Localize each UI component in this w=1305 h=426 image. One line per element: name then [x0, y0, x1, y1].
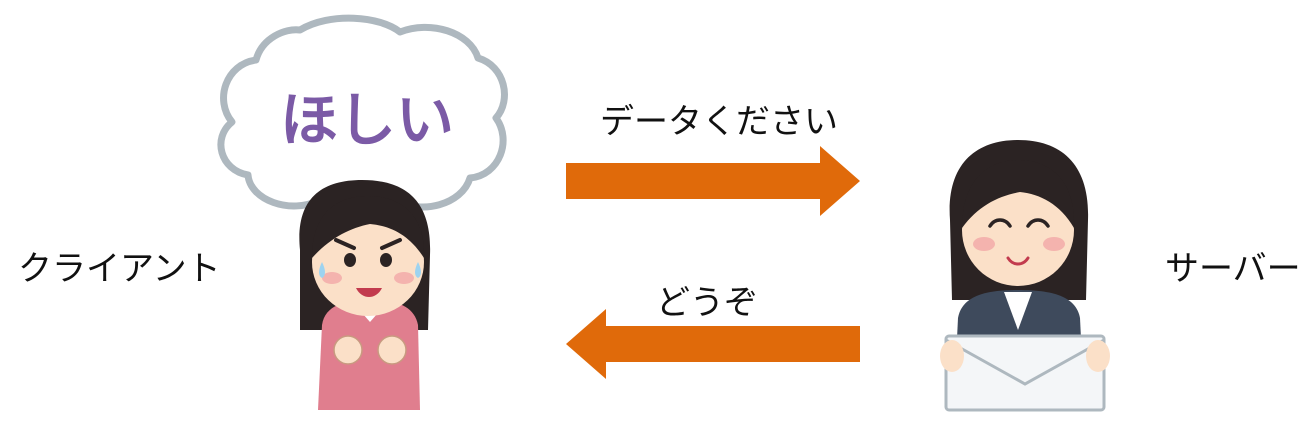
- client-label: クライアント: [18, 249, 221, 289]
- request-label: データください: [600, 102, 838, 142]
- envelope-icon: [944, 334, 1106, 412]
- server-person-illustration: [940, 140, 1110, 412]
- response-label: どうぞ: [656, 283, 758, 323]
- server-label: サーバー: [1165, 249, 1301, 289]
- request-arrow: [566, 146, 860, 216]
- client-person-illustration: [299, 180, 431, 410]
- thought-text: ほしい: [280, 86, 454, 154]
- client-server-diagram: ほしい: [217, 14, 1110, 412]
